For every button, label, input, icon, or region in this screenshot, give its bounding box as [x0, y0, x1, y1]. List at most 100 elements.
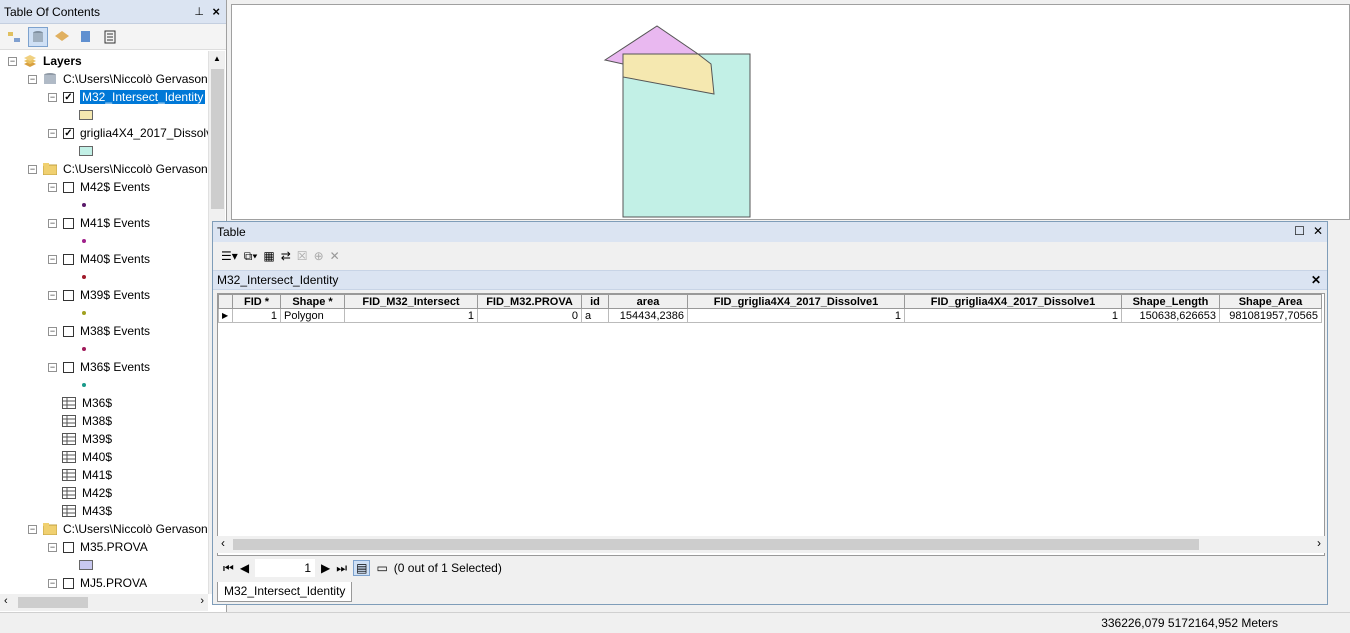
layer-visibility-checkbox[interactable]: ✓ [63, 91, 74, 103]
standalone-table[interactable]: M40$ [62, 448, 112, 466]
standalone-table[interactable]: M39$ [62, 430, 112, 448]
table-cell[interactable]: 0 [477, 308, 582, 323]
layer-visibility-checkbox[interactable] [63, 361, 74, 373]
table-cell[interactable]: 1 [232, 308, 281, 323]
map-view[interactable] [231, 4, 1350, 220]
column-header[interactable]: Shape_Area [1219, 294, 1322, 309]
scroll-left-icon[interactable]: ‹ [4, 595, 8, 607]
collapse-toggle[interactable]: − [48, 326, 57, 336]
table-cell[interactable]: 1 [904, 308, 1122, 323]
layer-visibility-checkbox[interactable] [63, 325, 74, 337]
collapse-toggle[interactable]: − [48, 182, 57, 192]
layer-symbol[interactable] [79, 110, 93, 120]
point-symbol[interactable] [82, 383, 86, 387]
select-by-attributes-icon[interactable]: ▦ [263, 249, 274, 263]
related-tables-icon[interactable]: ⧉▾ [244, 249, 258, 264]
tree-node-layers[interactable]: − Layers [8, 52, 82, 70]
map-canvas[interactable] [232, 5, 1350, 220]
table-tab[interactable]: M32_Intersect_Identity [217, 582, 353, 602]
list-by-source-icon[interactable] [28, 26, 48, 47]
table-cell[interactable]: Polygon [280, 308, 345, 323]
column-header[interactable]: area [608, 294, 688, 309]
collapse-toggle[interactable]: − [48, 290, 57, 300]
toc-horizontal-scrollbar[interactable]: ‹ › [0, 594, 208, 611]
layer-event[interactable]: − M42$ Events [48, 178, 150, 196]
layer-visibility-checkbox[interactable] [63, 217, 74, 229]
layer-label[interactable]: M36$ Events [80, 360, 150, 374]
show-selected-records-icon[interactable]: ▭ [376, 561, 387, 575]
scroll-right-icon[interactable]: › [1317, 536, 1321, 550]
layer-visibility-checkbox[interactable] [63, 289, 74, 301]
list-by-selection-icon[interactable] [76, 27, 96, 47]
collapse-toggle[interactable]: − [28, 164, 37, 174]
layer-label[interactable]: M32_Intersect_Identity [78, 89, 207, 105]
layer-label[interactable]: M35.PROVA [80, 540, 148, 554]
point-symbol[interactable] [82, 311, 86, 315]
scroll-thumb[interactable] [233, 539, 1199, 550]
layer-label[interactable]: M39$ Events [80, 288, 150, 302]
show-all-records-icon[interactable]: ▤ [353, 560, 371, 576]
collapse-toggle[interactable]: − [48, 128, 57, 138]
table-options-icon[interactable]: ☰▾ [221, 249, 238, 263]
layer-label[interactable]: griglia4X4_2017_Dissolv [80, 126, 208, 140]
scroll-thumb[interactable] [18, 597, 88, 608]
scroll-right-icon[interactable]: › [200, 595, 204, 607]
list-by-drawing-order-icon[interactable] [4, 27, 24, 47]
previous-record-icon[interactable]: ◀ [240, 561, 249, 575]
column-header[interactable]: Shape_Length [1121, 294, 1220, 309]
column-header[interactable]: FID_M32.PROVA [477, 294, 582, 309]
close-icon[interactable]: × [212, 4, 220, 19]
point-symbol[interactable] [82, 203, 86, 207]
pin-icon[interactable]: ⊥ [194, 5, 204, 18]
column-header[interactable]: Shape * [280, 294, 345, 309]
tree-node-folder[interactable]: − C:\Users\Niccolò Gervason [28, 520, 208, 538]
switch-selection-icon[interactable]: ⇄ [281, 249, 291, 263]
column-header[interactable]: FID * [232, 294, 281, 309]
tree-node-database[interactable]: − C:\Users\Niccolò Gervason [28, 70, 208, 88]
layer-intersect[interactable]: − ✓ M32_Intersect_Identity [48, 88, 207, 106]
point-symbol[interactable] [82, 239, 86, 243]
standalone-table[interactable]: M36$ [62, 394, 112, 412]
tree-node-folder[interactable]: − C:\Users\Niccolò Gervason [28, 160, 208, 178]
collapse-toggle[interactable]: − [48, 92, 57, 102]
zoom-to-selected-icon[interactable]: ⊕ [314, 249, 324, 263]
maximize-icon[interactable]: ☐ [1294, 224, 1305, 238]
grid-horizontal-scrollbar[interactable]: ‹ › [217, 536, 1325, 553]
standalone-table[interactable]: M41$ [62, 466, 112, 484]
layer-visibility-checkbox[interactable]: ✓ [63, 127, 74, 139]
layer-visibility-checkbox[interactable] [63, 577, 74, 589]
layer-label[interactable]: MJ5.PROVA [80, 576, 147, 590]
collapse-toggle[interactable]: − [28, 74, 37, 84]
table-label[interactable]: M39$ [82, 432, 112, 446]
layer-event[interactable]: − M38$ Events [48, 322, 150, 340]
layer-symbol[interactable] [79, 560, 93, 570]
column-header[interactable]: FID_griglia4X4_2017_Dissolve1 [687, 294, 905, 309]
column-header[interactable]: id [581, 294, 609, 309]
next-record-icon[interactable]: ▶ [321, 561, 330, 575]
standalone-table[interactable]: M42$ [62, 484, 112, 502]
scroll-left-icon[interactable]: ‹ [221, 536, 225, 550]
column-header[interactable]: FID_griglia4X4_2017_Dissolve1 [904, 294, 1122, 309]
standalone-table[interactable]: M38$ [62, 412, 112, 430]
layer-event[interactable]: − M41$ Events [48, 214, 150, 232]
collapse-toggle[interactable]: − [8, 56, 17, 66]
table-cell[interactable]: a [581, 308, 609, 323]
clear-selection-icon[interactable]: ☒ [297, 249, 308, 263]
first-record-icon[interactable]: ⏮ [223, 561, 234, 576]
row-selector[interactable]: ▶ [218, 308, 233, 323]
close-icon[interactable]: ✕ [1313, 224, 1323, 238]
layer-label[interactable]: M41$ Events [80, 216, 150, 230]
layer-event[interactable]: − M36$ Events [48, 358, 150, 376]
standalone-table[interactable]: M43$ [62, 502, 112, 520]
collapse-toggle[interactable]: − [48, 218, 57, 228]
collapse-toggle[interactable]: − [28, 524, 37, 534]
point-symbol[interactable] [82, 275, 86, 279]
scroll-up-icon[interactable]: ▲ [213, 54, 221, 63]
table-label[interactable]: M43$ [82, 504, 112, 518]
collapse-toggle[interactable]: − [48, 578, 57, 588]
layer-prova[interactable]: − MJ5.PROVA [48, 574, 147, 592]
collapse-toggle[interactable]: − [48, 254, 57, 264]
layer-visibility-checkbox[interactable] [63, 541, 74, 553]
table-row[interactable]: ▶ 1 Polygon 1 0 a 154434,2386 1 1 150638… [218, 308, 1322, 323]
column-header[interactable]: FID_M32_Intersect [344, 294, 478, 309]
